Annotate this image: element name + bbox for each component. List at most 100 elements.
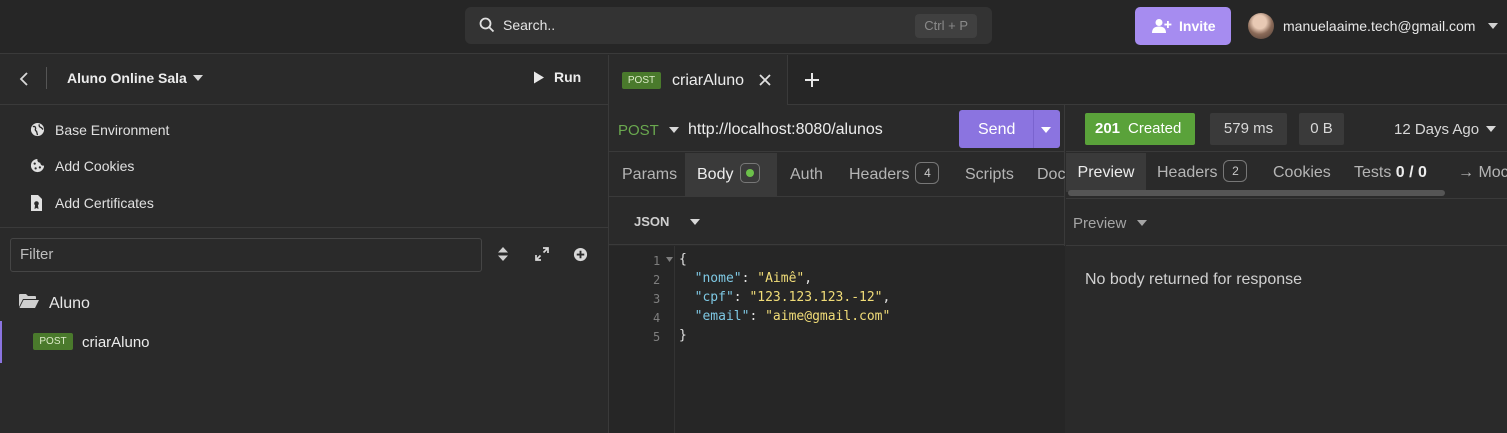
json-key: "email" — [694, 309, 750, 324]
expand-icon[interactable] — [535, 247, 549, 261]
certificate-icon — [30, 195, 43, 211]
json-key: "cpf" — [694, 290, 734, 305]
json-sep: , — [882, 290, 891, 305]
status-text: Created — [1128, 120, 1182, 137]
method-select[interactable]: POST — [618, 122, 659, 139]
chevron-down-icon[interactable] — [669, 127, 679, 133]
chevron-down-icon[interactable] — [1486, 126, 1496, 132]
chevron-down-icon[interactable] — [1041, 127, 1051, 133]
chevron-down-icon[interactable] — [690, 219, 700, 225]
divider — [1033, 110, 1034, 148]
body-type-row: JSON — [609, 198, 1065, 245]
scrollbar[interactable] — [1068, 190, 1445, 196]
tab-bar: POST criarAluno — [609, 55, 1507, 105]
code-line: { — [679, 252, 687, 267]
request-panel: POST criarAluno POST http://localhost:80… — [609, 55, 1507, 433]
invite-button[interactable]: Invite — [1135, 7, 1231, 45]
tab-headers[interactable]: Headers 4 — [849, 153, 940, 196]
sidebar-header: Aluno Online Sala Run — [0, 55, 608, 105]
request-name: criarAluno — [82, 334, 150, 351]
folder-name: Aluno — [49, 295, 90, 312]
tab-docs[interactable]: Doc — [1037, 153, 1065, 196]
line-number: 2 — [653, 273, 661, 287]
line-gutter: 1 2 3 4 5 — [609, 246, 675, 433]
response-tabs: Preview Headers 2 Cookies Tests 0 / 0 → M… — [1066, 153, 1507, 199]
chevron-down-icon[interactable] — [1137, 220, 1147, 226]
response-history[interactable]: 12 Days Ago — [1394, 121, 1479, 138]
search-bar[interactable]: Search.. Ctrl + P — [465, 7, 992, 44]
status-badge: 201 Created — [1085, 113, 1195, 145]
tab-body-label: Body — [697, 166, 734, 183]
menu-label: Base Environment — [55, 122, 170, 138]
tab-preview[interactable]: Preview — [1066, 153, 1146, 192]
tab-scripts[interactable]: Scripts — [965, 153, 1014, 196]
preview-mode-row: Preview — [1066, 200, 1507, 246]
send-label: Send — [978, 121, 1016, 138]
body-status-dot — [740, 163, 761, 184]
response-panel: 201 Created 579 ms 0 B 12 Days Ago Previ… — [1066, 106, 1507, 433]
line-number: 1 — [653, 254, 661, 268]
tab-response-headers[interactable]: Headers 2 — [1157, 153, 1248, 192]
folder-aluno[interactable]: Aluno — [19, 293, 90, 312]
filter-input[interactable]: Filter — [10, 238, 482, 272]
new-tab-plus-icon[interactable] — [805, 73, 819, 87]
workspace-name[interactable]: Aluno Online Sala — [67, 70, 187, 86]
code-line: "cpf": "123.123.123.-12", — [694, 290, 891, 305]
play-icon — [533, 71, 545, 84]
body-type-select[interactable]: JSON — [634, 214, 669, 229]
add-user-icon — [1152, 18, 1172, 34]
headers-count-badge: 2 — [1223, 160, 1248, 183]
json-value: "aime@gmail.com" — [765, 309, 891, 324]
url-input[interactable]: http://localhost:8080/alunos — [688, 121, 883, 139]
cookie-icon — [30, 158, 45, 173]
top-bar: Search.. Ctrl + P Invite manuelaaime.tec… — [0, 0, 1507, 54]
method-badge: POST — [622, 72, 661, 89]
divider — [0, 227, 608, 228]
globe-icon — [30, 122, 45, 137]
tab-cookies[interactable]: Cookies — [1273, 153, 1331, 192]
tab-headers-label: Headers — [849, 166, 910, 183]
menu-label: Add Certificates — [55, 195, 154, 211]
search-icon — [479, 17, 495, 33]
json-sep: , — [804, 271, 813, 286]
status-code: 201 — [1095, 120, 1121, 137]
headers-count-badge: 4 — [915, 162, 940, 185]
preview-mode-select[interactable]: Preview — [1073, 215, 1126, 232]
response-status-row: 201 Created 579 ms 0 B 12 Days Ago — [1066, 106, 1507, 152]
line-number: 3 — [653, 292, 661, 306]
menu-label: Add Cookies — [55, 158, 135, 174]
add-circle-icon[interactable] — [573, 247, 588, 262]
tab-tests-label: Tests — [1354, 164, 1392, 181]
tab-body[interactable]: Body — [685, 153, 777, 196]
tab-params[interactable]: Params — [622, 153, 677, 196]
invite-label: Invite — [1179, 18, 1216, 34]
json-value: "Aimê" — [757, 271, 805, 286]
run-label: Run — [554, 69, 582, 85]
request-item[interactable]: POST criarAluno — [0, 321, 608, 363]
sort-icon[interactable] — [498, 247, 508, 261]
tab-criar-aluno[interactable]: POST criarAluno — [609, 55, 788, 105]
back-arrow-icon[interactable] — [18, 71, 30, 87]
fold-arrow-icon[interactable] — [666, 257, 673, 262]
request-tabs: Params Body Auth Headers 4 Scripts Doc — [609, 153, 1065, 197]
tab-auth[interactable]: Auth — [790, 153, 823, 196]
empty-response-message: No body returned for response — [1085, 271, 1303, 288]
url-bar: POST http://localhost:8080/alunos Send — [609, 106, 1065, 152]
tab-mock[interactable]: → Mock — [1458, 153, 1507, 192]
line-number: 4 — [653, 311, 661, 325]
code-editor[interactable]: 1 2 3 4 5 { "nome": "Aimê", "cpf": "123.… — [609, 246, 1065, 433]
close-icon[interactable] — [759, 74, 771, 86]
tab-tests[interactable]: Tests 0 / 0 — [1354, 153, 1427, 192]
divider — [46, 67, 47, 89]
send-button[interactable]: Send — [959, 110, 1060, 148]
search-shortcut: Ctrl + P — [915, 14, 977, 38]
json-value: "123.123.123.-12" — [749, 290, 883, 305]
code-line: "email": "aime@gmail.com" — [694, 309, 891, 324]
chevron-down-icon — [1488, 23, 1498, 29]
code-line: "nome": "Aimê", — [694, 271, 813, 286]
chevron-down-icon[interactable] — [193, 75, 203, 81]
search-label: Search.. — [503, 17, 556, 33]
active-indicator — [0, 321, 2, 363]
code-line: } — [679, 328, 687, 343]
avatar — [1248, 13, 1274, 39]
